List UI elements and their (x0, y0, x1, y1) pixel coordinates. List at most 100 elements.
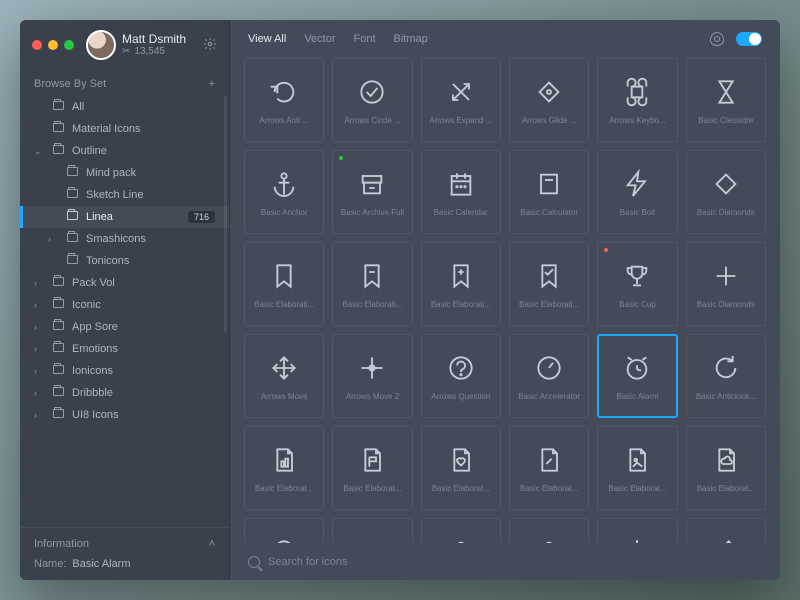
folder-icon (52, 321, 64, 333)
doc-cloud-icon (710, 444, 742, 476)
icon-cell-ruler[interactable]: Basic Pencil... (686, 518, 766, 543)
icon-cell-bookmark[interactable]: Basic Elaborati... (244, 242, 324, 326)
section-browse: Browse By Set + (20, 68, 229, 96)
sidebar-item-sketch-line[interactable]: Sketch Line (20, 184, 229, 206)
icon-cell-hourglass[interactable]: Basic Clessidre (686, 58, 766, 142)
icon-cell-doc-flag[interactable]: Basic Elaborat... (332, 426, 412, 510)
ruler-icon (710, 536, 742, 544)
icon-cell-doc-heart[interactable]: Basic Elaborat... (421, 426, 501, 510)
avatar[interactable] (86, 30, 116, 60)
icon-cell-move[interactable]: Arrows Move (244, 334, 324, 418)
icon-cell-bookmark-minus[interactable]: Basic Elaborati... (332, 242, 412, 326)
icon-cell-lock[interactable]: Basic Lock (421, 518, 501, 543)
icon-cell-diamond[interactable]: Basic Diamonds (686, 150, 766, 234)
theme-toggle[interactable] (736, 32, 762, 46)
sidebar-item-linea[interactable]: Linea716 (20, 206, 229, 228)
gauge-icon (533, 352, 565, 384)
icon-cell-doc-pencil[interactable]: Basic Elaborat... (509, 426, 589, 510)
close-icon[interactable] (32, 40, 42, 50)
icon-label: Arrows Move (261, 392, 308, 401)
icon-cell-gear[interactable]: Basic Gear (597, 518, 677, 543)
sidebar-item-label: App Sore (72, 321, 118, 333)
icon-cell-gauge[interactable]: Basic Accelerator (509, 334, 589, 418)
gear-icon (621, 536, 653, 544)
sidebar-item-label: Linea (86, 211, 113, 223)
calendar-icon (445, 168, 477, 200)
sidebar-item-mind-pack[interactable]: Mind pack (20, 162, 229, 184)
sidebar-item-material-icons[interactable]: Material Icons (20, 118, 229, 140)
icon-cell-doc-chart[interactable]: Basic Elaborat... (244, 426, 324, 510)
diamond-dot-icon (533, 76, 565, 108)
doc-heart-icon (445, 444, 477, 476)
sidebar-item-tonicons[interactable]: Tonicons (20, 250, 229, 272)
icon-cell-bulb[interactable]: Basic Lightbulb (332, 518, 412, 543)
icon-cell-calculator[interactable]: Basic Calculator (509, 150, 589, 234)
sidebar-item-label: Ionicons (72, 365, 113, 377)
chevron-up-icon[interactable]: ˄ (209, 538, 215, 550)
tab-font[interactable]: Font (354, 33, 376, 45)
chevron-icon: › (34, 278, 44, 288)
gear-icon[interactable] (203, 37, 217, 54)
folder-icon (66, 167, 78, 179)
sidebar-item-outline[interactable]: ⌄Outline (20, 140, 229, 162)
sidebar-item-ionicons[interactable]: › Ionicons (20, 360, 229, 382)
icon-cell-doc-image[interactable]: Basic Elaborat... (597, 426, 677, 510)
icon-label: Basic Anticlock... (696, 392, 756, 401)
icon-cell-expand[interactable]: Arrows Expand ... (421, 58, 501, 142)
folder-icon (66, 233, 78, 245)
minimize-icon[interactable] (48, 40, 58, 50)
sidebar-item-iconic[interactable]: ›Iconic (20, 294, 229, 316)
icon-cell-bookmark-plus[interactable]: Basic Elaborati... (421, 242, 501, 326)
icon-cell-trophy[interactable]: Basic Cup (597, 242, 677, 326)
icon-cell-doc-cloud[interactable]: Basic Elaborat... (686, 426, 766, 510)
sidebar-item-pack-vol[interactable]: › Pack Vol (20, 272, 229, 294)
icon-cell-question[interactable]: Arrows Question (421, 334, 501, 418)
icon-cell-plus[interactable]: Basic Diamonds (686, 242, 766, 326)
icon-cell-alarm[interactable]: Basic Alarm (597, 334, 677, 418)
sidebar-item-ui8-icons[interactable]: ›UI8 Icons (20, 404, 229, 426)
icon-cell-geo[interactable]: Basic Geoloc... (244, 518, 324, 543)
icon-cell-check-circle[interactable]: Arrows Circle ... (332, 58, 412, 142)
sidebar-item-emotions[interactable]: ›Emotions (20, 338, 229, 360)
sidebar-item-label: Material Icons (72, 123, 140, 135)
sidebar-item-label: Pack Vol (72, 277, 115, 289)
icon-cell-lock-open[interactable]: Basic Lock Open (509, 518, 589, 543)
icon-cell-command[interactable]: Arrows Keybo... (597, 58, 677, 142)
icon-cell-refresh[interactable]: Arrows Anti ... (244, 58, 324, 142)
sidebar-item-label: Outline (72, 145, 107, 157)
hourglass-icon (710, 76, 742, 108)
sidebar-item-app-sore[interactable]: ›App Sore (20, 316, 229, 338)
visibility-icon[interactable] (710, 32, 724, 46)
icon-cell-diamond-dot[interactable]: Arrows Glide ... (509, 58, 589, 142)
icon-cell-anticlock[interactable]: Basic Anticlock... (686, 334, 766, 418)
sidebar-item-all[interactable]: All (20, 96, 229, 118)
sidebar-item-label: Sketch Line (86, 189, 143, 201)
tab-bitmap[interactable]: Bitmap (394, 33, 428, 45)
tab-vector[interactable]: Vector (304, 33, 335, 45)
maximize-icon[interactable] (64, 40, 74, 50)
plus-icon (710, 260, 742, 292)
alarm-icon (621, 352, 653, 384)
search-input[interactable]: Search for icons (268, 556, 347, 568)
user-name: Matt Dsmith (122, 32, 186, 46)
geo-icon (268, 536, 300, 544)
set-tree: All Material Icons ⌄OutlineMind pack Sketch… (20, 96, 229, 527)
sidebar-item-dribbble[interactable]: ›Dribbble (20, 382, 229, 404)
icon-cell-anchor[interactable]: Basic Anchor (244, 150, 324, 234)
icon-cell-bookmark-check[interactable]: Basic Elaborati... (509, 242, 589, 326)
icon-cell-calendar[interactable]: Basic Calendar (421, 150, 501, 234)
folder-icon (52, 101, 64, 113)
icon-cell-move2[interactable]: Arrows Move 2 (332, 334, 412, 418)
icon-label: Basic Diamonds (697, 300, 755, 309)
chevron-icon: › (34, 366, 44, 376)
add-set-icon[interactable]: + (209, 78, 215, 90)
icon-cell-bolt[interactable]: Basic Bolt (597, 150, 677, 234)
tab-view-all[interactable]: View All (248, 33, 286, 45)
status-dot (339, 156, 343, 160)
bulb-icon (356, 536, 388, 544)
sidebar-item-smashicons[interactable]: ›Smashicons (20, 228, 229, 250)
icon-cell-archive[interactable]: Basic Archive Full (332, 150, 412, 234)
folder-icon (66, 211, 78, 223)
window-controls (32, 40, 74, 50)
sidebar-item-label: Tonicons (86, 255, 129, 267)
